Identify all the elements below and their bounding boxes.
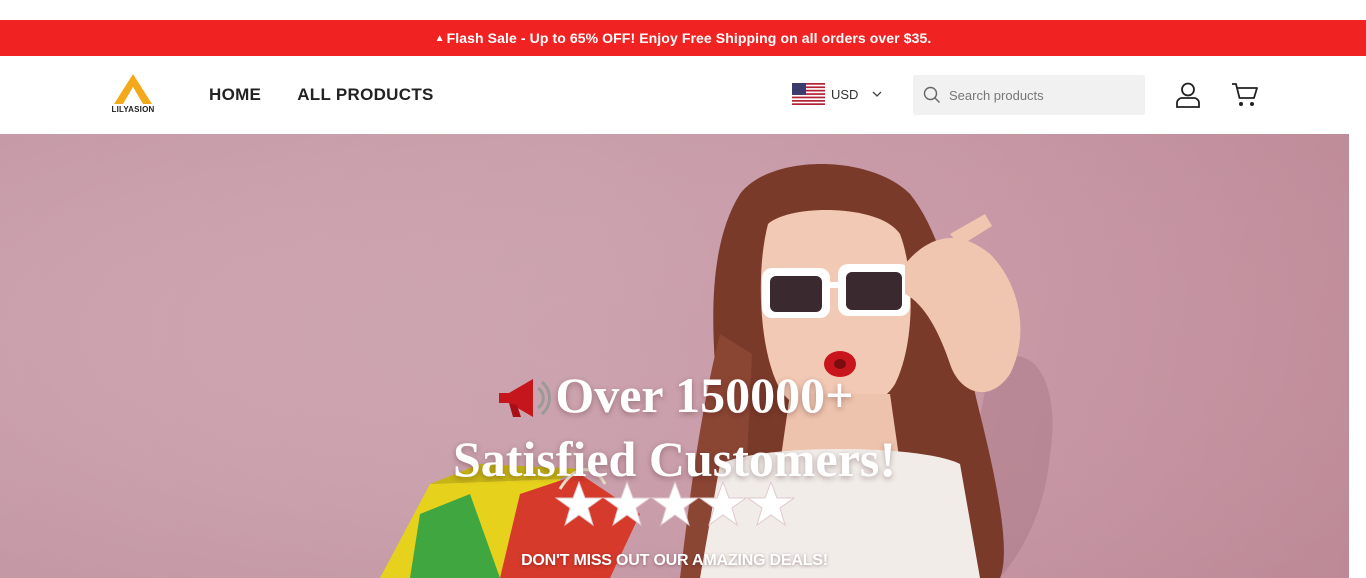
fire-icon: ▲: [434, 32, 445, 44]
star-icon: [698, 480, 747, 527]
logo-text: LILYASION: [111, 105, 155, 114]
account-icon[interactable]: [1174, 81, 1202, 109]
nav-all-products[interactable]: ALL PRODUCTS: [297, 85, 433, 105]
us-flag-icon: [792, 83, 825, 105]
announcement-text: Flash Sale - Up to 65% OFF! Enjoy Free S…: [446, 30, 932, 46]
hero-headline-line2: Satisfied Customers!: [452, 430, 897, 487]
chevron-down-icon: [872, 91, 882, 97]
search-icon[interactable]: [923, 86, 941, 104]
nav-home[interactable]: HOME: [209, 85, 261, 105]
announcement-bar: ▲ Flash Sale - Up to 65% OFF! Enjoy Free…: [0, 20, 1366, 56]
site-header: LILYASION HOME ALL PRODUCTS USD: [0, 56, 1366, 134]
hero-headline-line1: Over 150000+: [555, 367, 854, 423]
star-rating: [0, 480, 1349, 532]
star-icon: [554, 480, 603, 527]
hero-subheadline: DON'T MISS OUT OUR AMAZING DEALS!: [521, 552, 828, 569]
hero-banner[interactable]: Over 150000+ Satisfied Customers! DON'T …: [0, 134, 1349, 578]
search-box[interactable]: [913, 75, 1145, 115]
star-icon: [650, 480, 699, 527]
main-nav: HOME ALL PRODUCTS: [209, 85, 434, 105]
search-input[interactable]: [949, 87, 1139, 103]
hero-headline: Over 150000+ Satisfied Customers!: [0, 368, 1349, 487]
currency-selector[interactable]: USD: [792, 83, 882, 105]
logo[interactable]: LILYASION: [108, 74, 158, 118]
megaphone-icon: [499, 378, 552, 417]
logo-mark-icon: [114, 74, 152, 104]
currency-code: USD: [831, 86, 859, 102]
star-icon: [746, 480, 795, 527]
cart-icon[interactable]: [1231, 82, 1259, 108]
star-icon: [602, 480, 651, 527]
